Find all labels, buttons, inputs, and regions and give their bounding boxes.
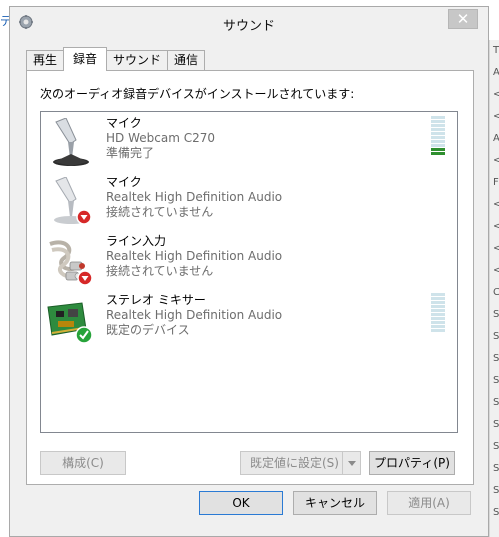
device-description: Realtek High Definition Audio [106, 190, 283, 204]
cancel-button[interactable]: キャンセル [293, 491, 377, 515]
level-meter-bar [431, 144, 445, 147]
background-char: < [493, 106, 499, 128]
background-window-edge: TA<<A<F<<<<CSSSSSSSSSS [489, 40, 499, 537]
level-meter-bar [431, 128, 445, 131]
background-char: T [493, 45, 499, 56]
background-char: S [493, 485, 499, 496]
device-description: HD Webcam C270 [106, 131, 215, 145]
level-meter-bar [431, 297, 445, 300]
level-meter [431, 293, 445, 333]
level-meter-bar [431, 116, 445, 119]
panel-description: 次のオーディオ録音デバイスがインストールされています: [40, 87, 355, 101]
background-char: S [493, 419, 499, 430]
background-char: < [493, 150, 499, 172]
tab-sounds[interactable]: サウンド [106, 50, 169, 71]
background-char: < [493, 216, 499, 238]
background-char: < [493, 238, 499, 260]
device-status: 接続されていません [106, 205, 214, 219]
device-text: ライン入力 Realtek High Definition Audio 接続され… [106, 234, 282, 279]
device-name: ライン入力 [106, 234, 167, 248]
device-status: 既定のデバイス [106, 323, 190, 337]
sound-card-icon [47, 302, 93, 344]
background-char: S [493, 397, 499, 408]
background-char: S [493, 441, 499, 452]
set-default-button[interactable]: 既定値に設定(S) [240, 451, 361, 475]
device-text: マイク Realtek High Definition Audio 接続されてい… [106, 175, 282, 220]
tab-strip: 再生 録音 サウンド 通信 [26, 47, 206, 71]
level-meter-bar [431, 301, 445, 304]
background-char: S [493, 507, 499, 518]
background-window-text: TA<<A<F<<<<CSSSSSSSSSS [493, 40, 499, 524]
background-char: < [493, 260, 499, 282]
recording-panel: 次のオーディオ録音デバイスがインストールされています: マイク HD Webca… [26, 70, 474, 485]
background-char: < [493, 194, 499, 216]
background-char: < [493, 84, 499, 106]
disconnected-badge-icon [77, 270, 93, 286]
close-button[interactable]: ✕ [448, 9, 478, 29]
device-list[interactable]: マイク HD Webcam C270 準備完了 マイク Realtek High… [40, 111, 458, 433]
properties-button[interactable]: プロパティ(P) [369, 451, 455, 475]
sound-dialog: サウンド ✕ 再生 録音 サウンド 通信 次のオーディオ録音デバイスがインストー… [9, 6, 489, 537]
background-char: A [493, 62, 499, 84]
device-item-realtek-microphone[interactable]: マイク Realtek High Definition Audio 接続されてい… [41, 173, 457, 231]
background-char: S [493, 375, 499, 386]
level-meter-bar [431, 321, 445, 324]
level-meter-bar [431, 313, 445, 316]
webcam-microphone-icon [53, 118, 89, 166]
microphone-icon [54, 177, 92, 225]
level-meter-bar [431, 152, 445, 155]
device-item-line-in[interactable]: ライン入力 Realtek High Definition Audio 接続され… [41, 232, 457, 290]
level-meter-bar [431, 136, 445, 139]
background-char: S [493, 331, 499, 342]
background-char: S [493, 353, 499, 364]
line-in-cable-icon [49, 240, 93, 286]
title-bar[interactable]: サウンド ✕ [10, 7, 488, 37]
tab-recording[interactable]: 録音 [63, 47, 108, 71]
default-check-badge-icon [75, 326, 93, 344]
device-item-stereo-mixer[interactable]: ステレオ ミキサー Realtek High Definition Audio … [41, 291, 457, 349]
level-meter-bar [431, 293, 445, 296]
device-name: マイク [106, 116, 142, 130]
level-meter-bar [431, 148, 445, 151]
level-meter-bar [431, 309, 445, 312]
device-status: 接続されていません [106, 264, 214, 278]
configure-button[interactable]: 構成(C) [40, 451, 126, 475]
tab-communications[interactable]: 通信 [167, 50, 206, 71]
device-status: 準備完了 [106, 146, 155, 160]
window-title: サウンド [222, 19, 275, 34]
background-char: C [493, 282, 499, 304]
level-meter-bar [431, 325, 445, 328]
level-meter-bar [431, 329, 445, 332]
level-meter-bar [431, 124, 445, 127]
device-name: マイク [106, 175, 142, 189]
set-default-label: 既定値に設定(S) [250, 456, 339, 470]
device-description: Realtek High Definition Audio [106, 249, 283, 263]
level-meter [431, 116, 445, 156]
device-text: ステレオ ミキサー Realtek High Definition Audio … [106, 293, 282, 338]
device-name: ステレオ ミキサー [106, 293, 206, 307]
level-meter-bar [431, 140, 445, 143]
level-meter-bar [431, 317, 445, 320]
device-text: マイク HD Webcam C270 準備完了 [106, 116, 215, 161]
disconnected-badge-icon [76, 209, 92, 225]
background-char: S [493, 463, 499, 474]
device-item-webcam-microphone[interactable]: マイク HD Webcam C270 準備完了 [41, 114, 457, 172]
background-char: S [493, 309, 499, 320]
ok-button[interactable]: OK [199, 491, 283, 515]
level-meter-bar [431, 120, 445, 123]
level-meter-bar [431, 132, 445, 135]
level-meter-bar [431, 305, 445, 308]
chevron-down-icon[interactable] [342, 452, 360, 474]
apply-button[interactable]: 適用(A) [387, 491, 471, 515]
background-char: F [493, 177, 499, 188]
tab-playback[interactable]: 再生 [26, 50, 65, 71]
background-char: A [493, 128, 499, 150]
device-description: Realtek High Definition Audio [106, 308, 283, 322]
